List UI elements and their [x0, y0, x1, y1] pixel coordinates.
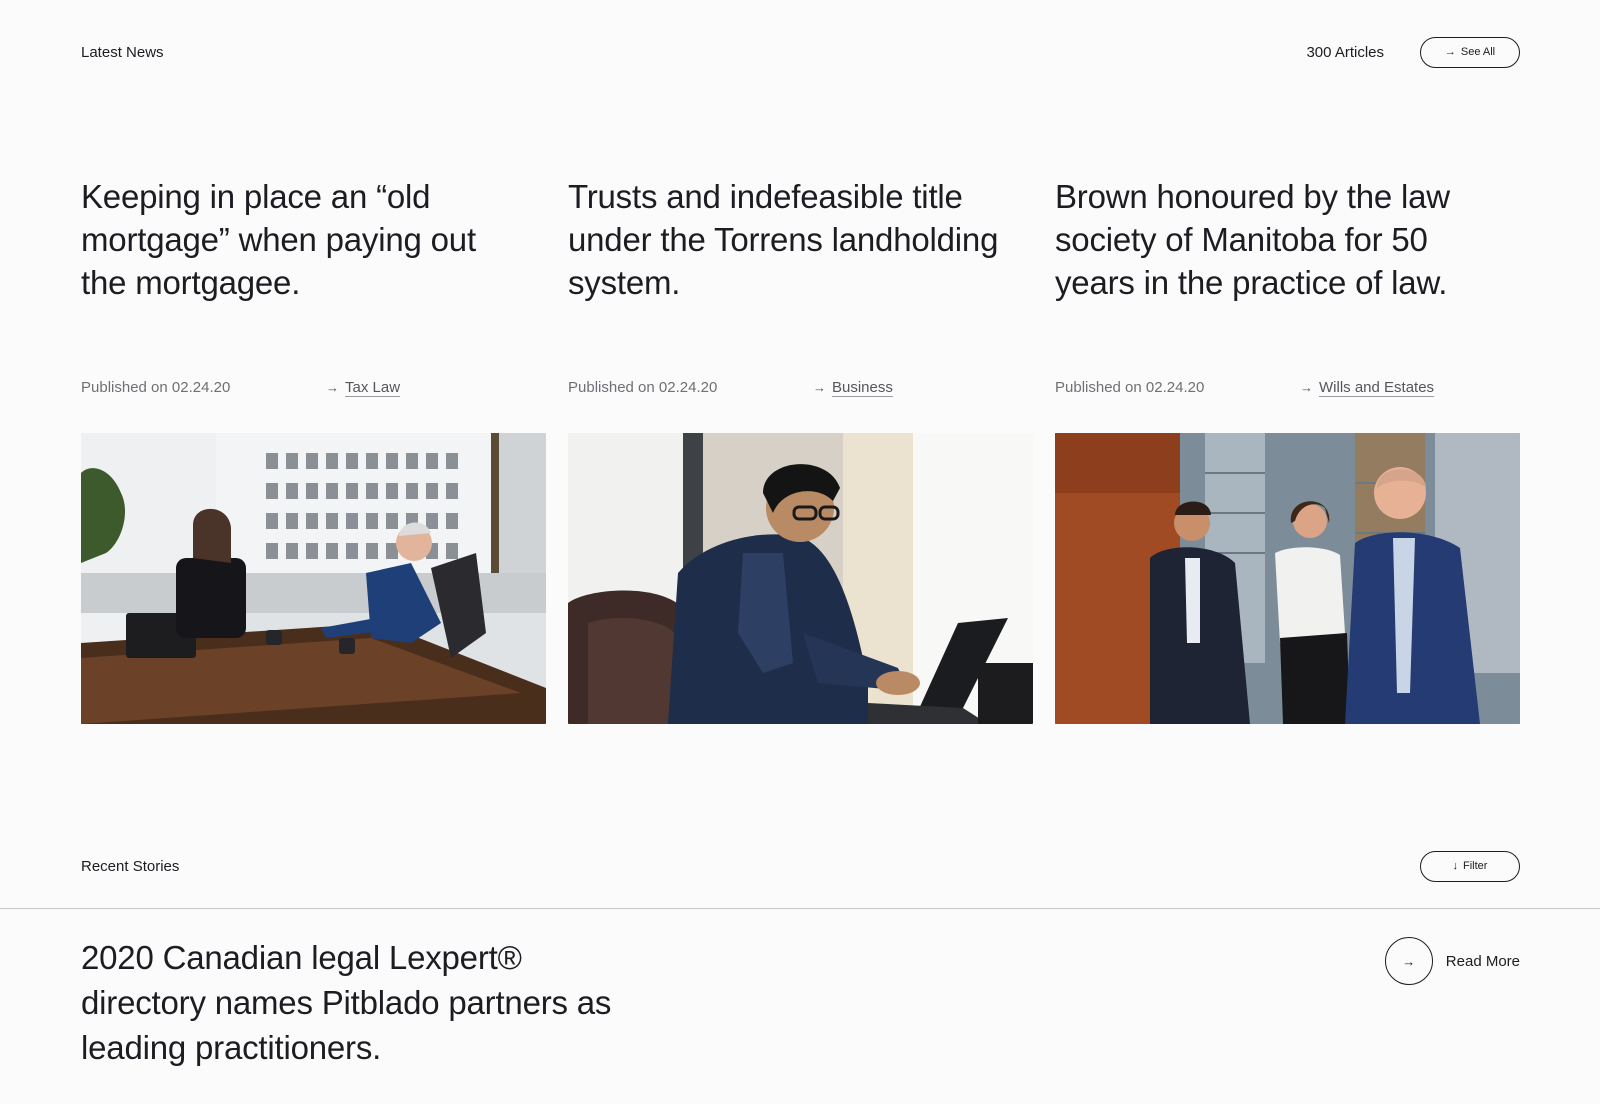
publish-date: Published on 02.24.20 [568, 378, 718, 396]
category-link[interactable]: → Tax Law [326, 379, 400, 396]
latest-news-header: Latest News 300 Articles → See All [81, 36, 1520, 68]
article-meta: Published on 02.24.20 → Tax Law [81, 375, 546, 399]
article-count: 300 Articles [1306, 43, 1384, 61]
latest-news-label: Latest News [81, 43, 164, 61]
latest-news-actions: 300 Articles → See All [1306, 36, 1520, 68]
article-card[interactable]: Keeping in place an “old mortgage” when … [81, 175, 546, 724]
publish-date: Published on 02.24.20 [81, 378, 231, 396]
read-more-button[interactable]: → Read More [1384, 937, 1520, 985]
arrow-right-icon: → [1384, 937, 1433, 985]
filter-button[interactable]: ↓ Filter [1420, 850, 1520, 882]
arrow-right-icon: → [326, 379, 339, 395]
arrow-right-icon: → [1444, 46, 1456, 58]
latest-articles-grid: Keeping in place an “old mortgage” when … [81, 175, 1521, 724]
article-meta: Published on 02.24.20 → Business [568, 375, 1033, 399]
category-label: Business [832, 378, 893, 396]
arrow-down-icon: ↓ [1452, 860, 1459, 872]
category-label: Tax Law [345, 378, 401, 396]
story-row[interactable]: 2020 Canadian legal Lexpert® directory n… [81, 935, 1520, 1070]
see-all-button[interactable]: → See All [1420, 36, 1520, 68]
article-card[interactable]: Trusts and indefeasible title under the … [568, 175, 1033, 724]
recent-stories-actions: ↓ Filter [1420, 850, 1520, 882]
article-title[interactable]: Trusts and indefeasible title under the … [568, 175, 1033, 375]
team-photo-illustration [1055, 433, 1520, 724]
category-link[interactable]: → Business [813, 379, 893, 396]
story-title[interactable]: 2020 Canadian legal Lexpert® directory n… [81, 935, 641, 1070]
category-label: Wills and Estates [1319, 378, 1435, 396]
article-card[interactable]: Brown honoured by the law society of Man… [1055, 175, 1520, 724]
section-divider [0, 908, 1600, 909]
publish-date: Published on 02.24.20 [1055, 378, 1205, 396]
arrow-right-icon: → [813, 379, 826, 395]
see-all-label: See All [1460, 46, 1496, 58]
article-meta: Published on 02.24.20 → Wills and Estate… [1055, 375, 1520, 399]
arrow-right-icon: → [1300, 379, 1313, 395]
article-title[interactable]: Keeping in place an “old mortgage” when … [81, 175, 546, 375]
recent-stories-label: Recent Stories [81, 857, 180, 875]
laptop-photo-illustration [568, 433, 1033, 724]
article-title[interactable]: Brown honoured by the law society of Man… [1055, 175, 1520, 375]
meeting-photo-illustration [81, 433, 546, 724]
filter-label: Filter [1463, 860, 1488, 872]
team-photo[interactable] [1055, 433, 1520, 724]
meeting-photo[interactable] [81, 433, 546, 724]
category-link[interactable]: → Wills and Estates [1300, 379, 1434, 396]
read-more-label: Read More [1445, 952, 1520, 970]
laptop-photo[interactable] [568, 433, 1033, 724]
recent-stories-header: Recent Stories ↓ Filter [81, 850, 1520, 882]
